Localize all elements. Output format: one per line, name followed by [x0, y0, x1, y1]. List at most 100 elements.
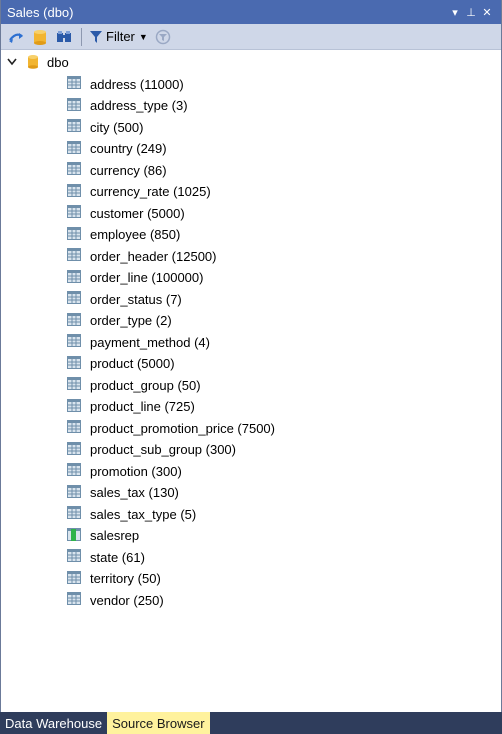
- tab-data-warehouse[interactable]: Data Warehouse: [0, 712, 107, 734]
- tab-label: Data Warehouse: [5, 715, 103, 731]
- tree-item-label: vendor (250): [90, 592, 164, 608]
- tree-item[interactable]: territory (50): [1, 568, 501, 590]
- table-icon: [67, 162, 81, 178]
- table-icon: [67, 119, 81, 135]
- tree-item-label: address (11000): [90, 76, 184, 92]
- table-icon: [67, 484, 81, 501]
- tree-item-label: order_header (12500): [90, 248, 217, 264]
- object-tree: dbo address (11000) address_type (3) city …: [1, 50, 501, 611]
- tree-item-label: promotion (300): [90, 463, 182, 479]
- tree-item[interactable]: product_group (50): [1, 375, 501, 397]
- filter-button[interactable]: Filter ▼: [90, 29, 148, 44]
- tree-item[interactable]: sales_tax_type (5): [1, 504, 501, 526]
- tree-item-label: product_sub_group (300): [90, 442, 236, 458]
- tree-item-label: order_type (2): [90, 313, 172, 329]
- table-icon: [67, 592, 81, 608]
- table-icon: [67, 355, 81, 372]
- tree-item-label: state (61): [90, 549, 145, 565]
- tree-item[interactable]: city (500): [1, 117, 501, 139]
- refresh-icon[interactable]: [7, 28, 25, 46]
- tree-item[interactable]: currency (86): [1, 160, 501, 182]
- table-icon: [67, 334, 81, 350]
- tree-item-label: sales_tax_type (5): [90, 506, 197, 522]
- tree-item-label: payment_method (4): [90, 334, 210, 350]
- tree-item[interactable]: sales_tax (130): [1, 482, 501, 504]
- tree-item[interactable]: country (249): [1, 138, 501, 160]
- toolbar-separator: [81, 27, 82, 46]
- table-icon: [67, 570, 81, 587]
- table-icon: [67, 226, 81, 243]
- table-icon: [67, 377, 81, 393]
- database-icon: [27, 54, 39, 72]
- tree-item-label: salesrep: [90, 528, 140, 544]
- tree-item-label: currency_rate (1025): [90, 184, 211, 200]
- tree-item-label: product_line (725): [90, 399, 195, 415]
- filter-icon: [90, 30, 102, 43]
- tree-item[interactable]: payment_method (4): [1, 332, 501, 354]
- table-icon: [67, 549, 81, 565]
- view-icon: [67, 527, 81, 544]
- tree-item-label: product_group (50): [90, 377, 201, 393]
- tree-item[interactable]: address_type (3): [1, 95, 501, 117]
- panel-title: Sales (dbo): [7, 4, 74, 20]
- table-icon: [67, 398, 81, 415]
- tree-item[interactable]: order_header (12500): [1, 246, 501, 268]
- table-icon: [67, 506, 81, 522]
- tree-item-label: territory (50): [90, 571, 161, 587]
- panel-toolbar: Filter ▼: [1, 24, 501, 50]
- tree-root-dbo[interactable]: dbo: [1, 52, 501, 74]
- tree-item-label: sales_tax (130): [90, 485, 179, 501]
- tree-item[interactable]: promotion (300): [1, 461, 501, 483]
- tree-item-label: order_line (100000): [90, 270, 204, 286]
- tree-item[interactable]: product_promotion_price (7500): [1, 418, 501, 440]
- table-icon: [67, 205, 81, 221]
- table-icon: [67, 76, 81, 92]
- tree-item-label: city (500): [90, 119, 144, 135]
- tree-item[interactable]: address (11000): [1, 74, 501, 96]
- table-icon: [67, 140, 81, 157]
- table-icon: [67, 463, 81, 479]
- table-icon: [67, 248, 81, 264]
- tree-item[interactable]: product (5000): [1, 353, 501, 375]
- table-icon: [67, 269, 81, 286]
- table-icon: [67, 420, 81, 436]
- bottom-tab-strip: Data Warehouse Source Browser: [0, 712, 502, 734]
- tree-item-label: address_type (3): [90, 98, 188, 114]
- tree-item[interactable]: product_line (725): [1, 396, 501, 418]
- table-icon: [67, 441, 81, 458]
- tree-item[interactable]: state (61): [1, 547, 501, 569]
- table-icon: [67, 312, 81, 329]
- tree-item[interactable]: customer (5000): [1, 203, 501, 225]
- chevron-down-icon[interactable]: [7, 57, 21, 69]
- tree-item[interactable]: employee (850): [1, 224, 501, 246]
- filter-label: Filter: [106, 29, 135, 44]
- tree-item[interactable]: order_status (7): [1, 289, 501, 311]
- tree-item-label: product (5000): [90, 356, 175, 372]
- tree-item-label: product_promotion_price (7500): [90, 420, 275, 436]
- tree-item[interactable]: currency_rate (1025): [1, 181, 501, 203]
- close-icon[interactable]: ✕: [479, 6, 495, 19]
- clear-filter-icon[interactable]: [154, 28, 172, 46]
- tree-item[interactable]: vendor (250): [1, 590, 501, 612]
- browse-icon[interactable]: [55, 28, 73, 46]
- dropdown-arrow-icon[interactable]: ▾: [447, 6, 463, 19]
- panel-titlebar: Sales (dbo) ▾ ⊥ ✕: [1, 0, 501, 24]
- source-browser-panel: Sales (dbo) ▾ ⊥ ✕ Filter ▼ dbo address (…: [0, 0, 502, 712]
- chevron-down-icon: ▼: [138, 31, 148, 42]
- tree-item-label: country (249): [90, 141, 167, 157]
- tree-item-label: employee (850): [90, 227, 181, 243]
- table-icon: [67, 183, 81, 200]
- pin-icon[interactable]: ⊥: [463, 6, 479, 19]
- tree-item[interactable]: order_line (100000): [1, 267, 501, 289]
- tree-item[interactable]: order_type (2): [1, 310, 501, 332]
- tree-item-label: customer (5000): [90, 205, 185, 221]
- tab-source-browser[interactable]: Source Browser: [107, 712, 210, 734]
- tree-item[interactable]: product_sub_group (300): [1, 439, 501, 461]
- database-icon[interactable]: [31, 28, 49, 46]
- table-icon: [67, 97, 81, 114]
- tab-label: Source Browser: [112, 715, 205, 731]
- tree-item[interactable]: salesrep: [1, 525, 501, 547]
- tree-root-label: dbo: [47, 55, 69, 71]
- table-icon: [67, 291, 81, 307]
- tree-item-label: currency (86): [90, 162, 167, 178]
